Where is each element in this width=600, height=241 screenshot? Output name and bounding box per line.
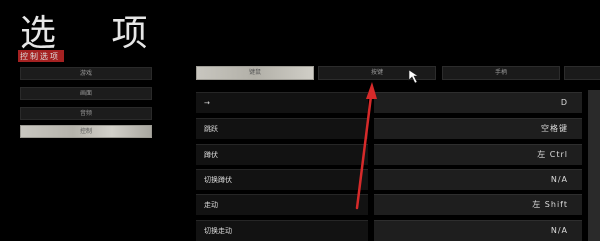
- mouse-cursor-icon: [408, 69, 419, 84]
- annotation-arrow: [355, 82, 377, 210]
- annotation-overlay: [355, 69, 419, 210]
